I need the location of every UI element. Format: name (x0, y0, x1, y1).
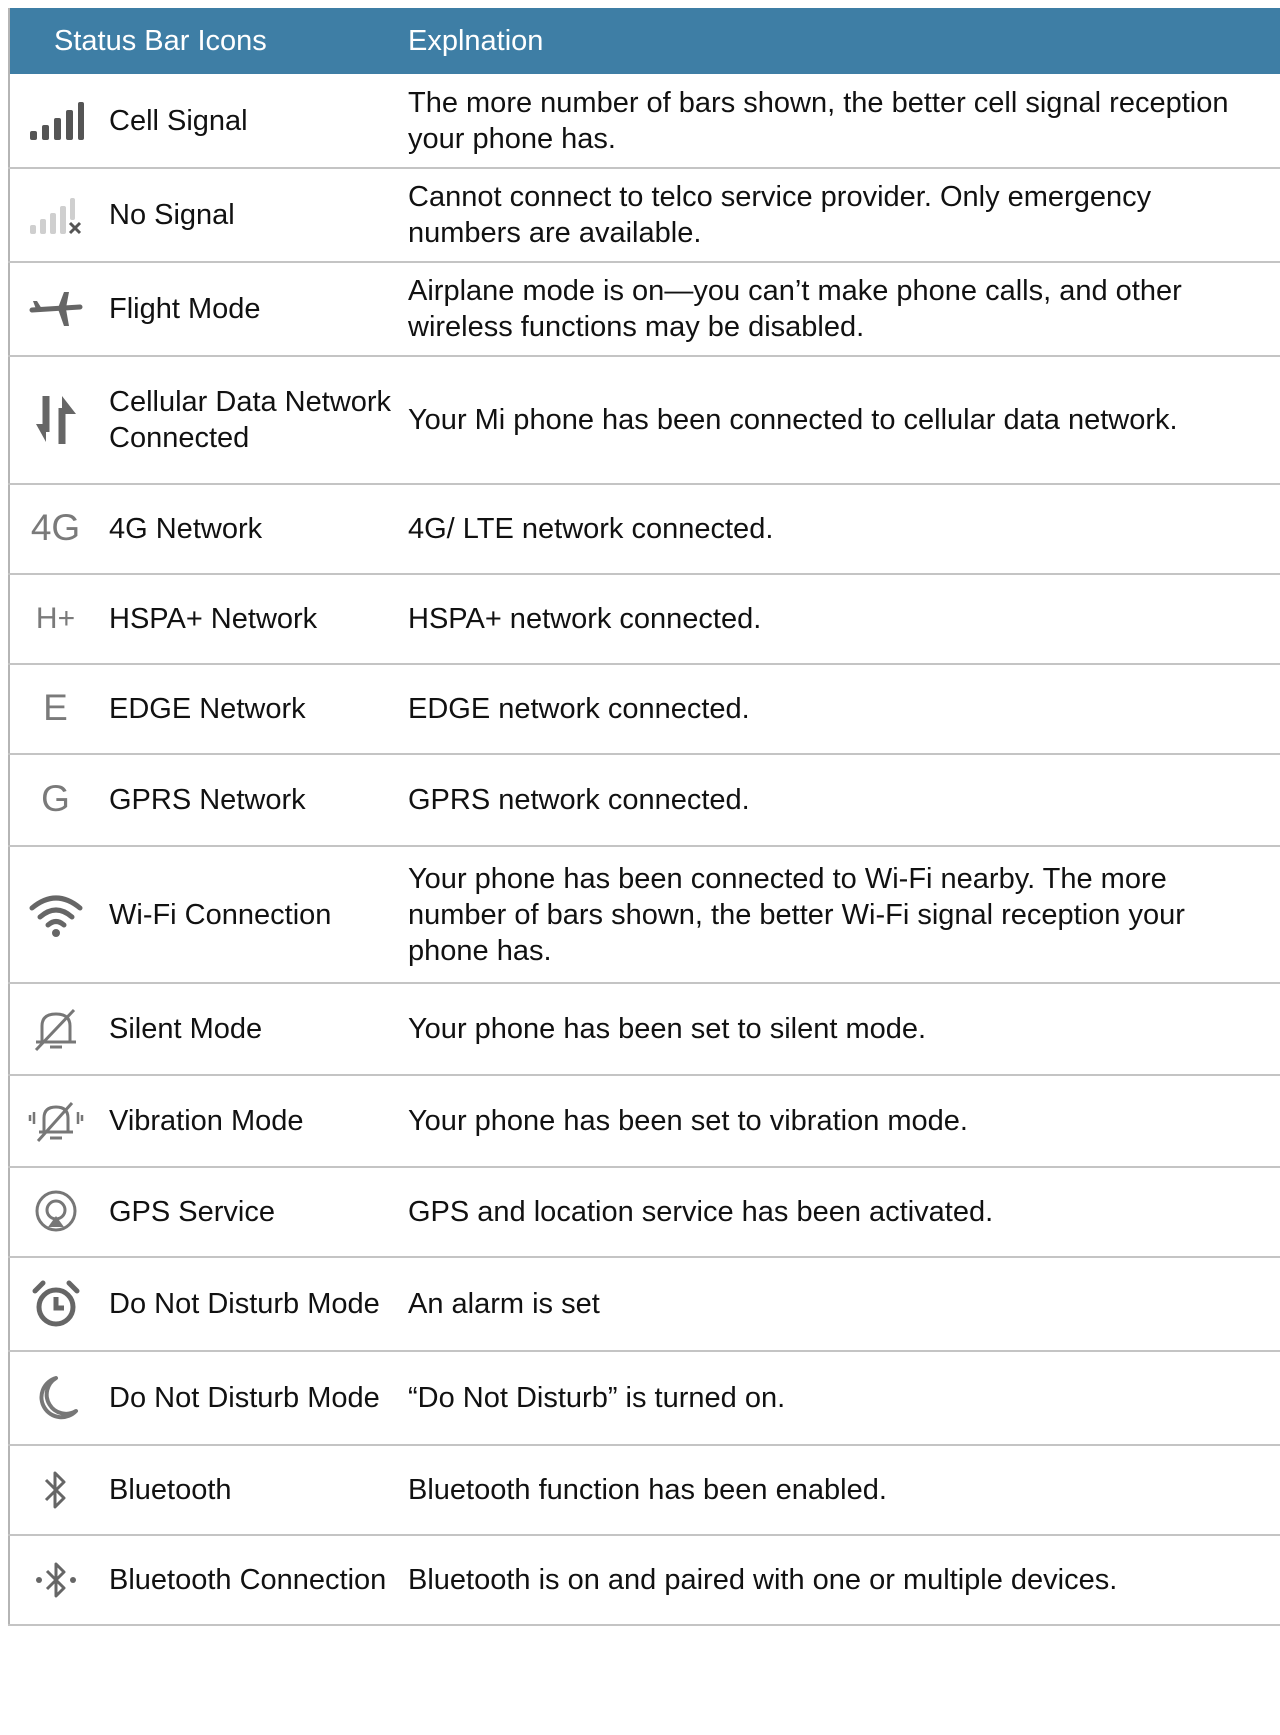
edge-icon: E (9, 664, 97, 755)
row-explanation: 4G/ LTE network connected. (403, 484, 1280, 575)
row-name: No Signal (97, 168, 403, 263)
row-name: Silent Mode (97, 983, 403, 1076)
hspa-plus-icon: H+ (9, 574, 97, 665)
status-icons-table: Status Bar Icons Explnation Cell Signal … (8, 8, 1280, 1626)
row-name: Bluetooth Connection (97, 1535, 403, 1626)
row-explanation: Your phone has been set to silent mode. (403, 983, 1280, 1076)
4g-icon-label: 4G (30, 506, 81, 548)
row-name: Cell Signal (97, 74, 403, 169)
table-row: 4G 4G Network 4G/ LTE network connected. (9, 484, 1280, 575)
vibration-icon (9, 1075, 97, 1168)
row-explanation: An alarm is set (403, 1257, 1280, 1352)
header-explanation: Explnation (403, 8, 1280, 74)
row-name: Flight Mode (97, 262, 403, 357)
table-row: E EDGE Network EDGE network connected. (9, 664, 1280, 755)
gprs-icon-label: G (41, 777, 70, 819)
status-icons-page: Status Bar Icons Explnation Cell Signal … (8, 8, 1280, 1626)
row-name: GPS Service (97, 1167, 403, 1258)
row-name: Cellular Data Network Connected (97, 356, 403, 485)
row-explanation: Your Mi phone has been connected to cell… (403, 356, 1280, 485)
table-row: Do Not Disturb Mode An alarm is set (9, 1257, 1280, 1352)
row-name: Wi-Fi Connection (97, 846, 403, 984)
row-name: Do Not Disturb Mode (97, 1351, 403, 1446)
row-name: Do Not Disturb Mode (97, 1257, 403, 1352)
table-row: Flight Mode Airplane mode is on—you can’… (9, 262, 1280, 357)
bluetooth-icon (9, 1445, 97, 1536)
row-name: Vibration Mode (97, 1075, 403, 1168)
row-name: Bluetooth (97, 1445, 403, 1536)
row-explanation: EDGE network connected. (403, 664, 1280, 755)
hspa-plus-icon-label: H+ (35, 602, 76, 635)
table-row: Bluetooth Bluetooth function has been en… (9, 1445, 1280, 1536)
data-arrows-icon (9, 356, 97, 485)
row-explanation: The more number of bars shown, the bette… (403, 74, 1280, 169)
location-icon (9, 1167, 97, 1258)
table-row: Bluetooth Connection Bluetooth is on and… (9, 1535, 1280, 1626)
header-status-bar-icons: Status Bar Icons (9, 8, 403, 74)
row-explanation: Cannot connect to telco service provider… (403, 168, 1280, 263)
row-explanation: Bluetooth is on and paired with one or m… (403, 1535, 1280, 1626)
table-row: Cellular Data Network Connected Your Mi … (9, 356, 1280, 485)
bluetooth-connected-icon (9, 1535, 97, 1626)
table-row: Wi-Fi Connection Your phone has been con… (9, 846, 1280, 984)
table-row: Vibration Mode Your phone has been set t… (9, 1075, 1280, 1168)
table-row: G GPRS Network GPRS network connected. (9, 754, 1280, 847)
gprs-icon: G (9, 754, 97, 847)
edge-icon-label: E (43, 686, 68, 728)
row-explanation: Your phone has been set to vibration mod… (403, 1075, 1280, 1168)
table-row: Silent Mode Your phone has been set to s… (9, 983, 1280, 1076)
alarm-clock-icon (9, 1257, 97, 1352)
row-explanation: Airplane mode is on—you can’t make phone… (403, 262, 1280, 357)
row-name: EDGE Network (97, 664, 403, 755)
bell-off-icon (9, 983, 97, 1076)
row-name: HSPA+ Network (97, 574, 403, 665)
row-explanation: “Do Not Disturb” is turned on. (403, 1351, 1280, 1446)
row-explanation: Your phone has been connected to Wi-Fi n… (403, 846, 1280, 984)
row-explanation: HSPA+ network connected. (403, 574, 1280, 665)
row-name: 4G Network (97, 484, 403, 575)
table-header-row: Status Bar Icons Explnation (9, 8, 1280, 74)
4g-icon: 4G (9, 484, 97, 575)
table-row: Do Not Disturb Mode “Do Not Disturb” is … (9, 1351, 1280, 1446)
table-row: Cell Signal The more number of bars show… (9, 74, 1280, 169)
table-row: No Signal Cannot connect to telco servic… (9, 168, 1280, 263)
cell-signal-icon (9, 74, 97, 169)
moon-icon (9, 1351, 97, 1446)
airplane-icon (9, 262, 97, 357)
no-signal-icon (9, 168, 97, 263)
row-name: GPRS Network (97, 754, 403, 847)
row-explanation: GPRS network connected. (403, 754, 1280, 847)
wifi-icon (9, 846, 97, 984)
row-explanation: Bluetooth function has been enabled. (403, 1445, 1280, 1536)
table-row: GPS Service GPS and location service has… (9, 1167, 1280, 1258)
table-row: H+ HSPA+ Network HSPA+ network connected… (9, 574, 1280, 665)
row-explanation: GPS and location service has been activa… (403, 1167, 1280, 1258)
